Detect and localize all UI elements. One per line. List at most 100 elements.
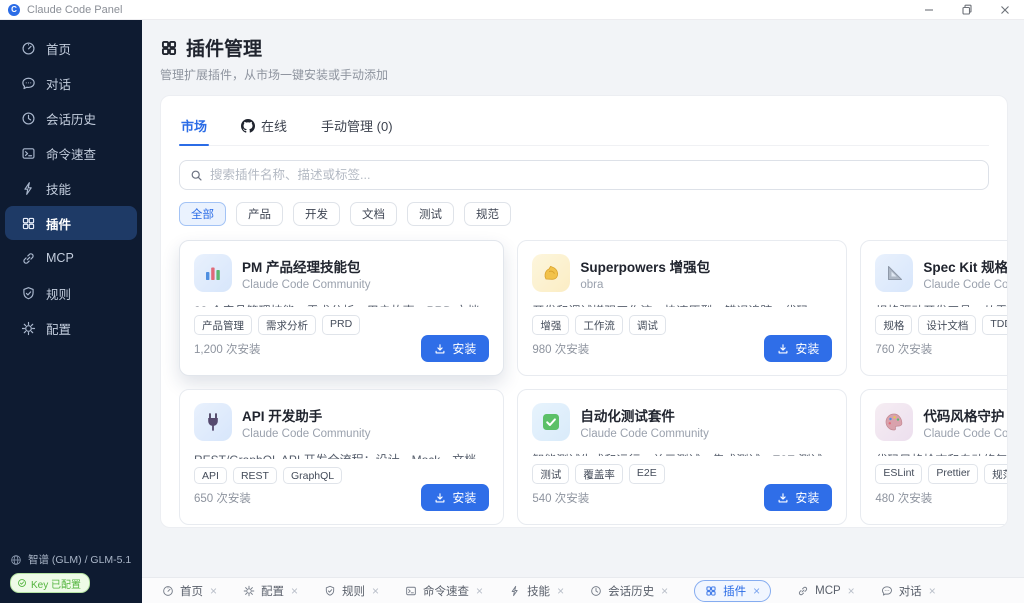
bottom-tab-label: 命令速查 <box>423 583 469 599</box>
plugin-tag: PRD <box>322 315 360 335</box>
clock-icon <box>590 585 602 597</box>
bottom-tab-chat[interactable]: 对话 × <box>881 583 936 599</box>
plugin-grid-icon <box>160 39 178 57</box>
plugin-author: Claude Code Community <box>242 428 370 440</box>
bottom-tab-commands[interactable]: 命令速查 × <box>405 583 483 599</box>
download-icon <box>777 343 789 355</box>
check-circle-icon <box>17 578 27 588</box>
plugin-tag: TDD <box>982 315 1008 335</box>
plugin-tag: E2E <box>629 464 665 484</box>
sidebar-item-label: 规则 <box>46 284 71 303</box>
bottom-tab-plugins[interactable]: 插件 × <box>694 580 771 602</box>
plugin-tag: API <box>194 467 227 484</box>
bottom-tab-history[interactable]: 会话历史 × <box>590 583 668 599</box>
search-box[interactable] <box>179 160 989 190</box>
close-tab-icon[interactable]: × <box>476 584 483 598</box>
bottom-tab-settings[interactable]: 配置 × <box>243 583 298 599</box>
sidebar-item-commands[interactable]: 命令速查 <box>5 136 137 170</box>
tab-market[interactable]: 市场 <box>179 108 209 145</box>
bottom-tab-label: 会话历史 <box>608 583 654 599</box>
plugin-name: Superpowers 增强包 <box>580 256 710 276</box>
sidebar-item-rules[interactable]: 规则 <box>5 276 137 310</box>
install-button-label: 安装 <box>795 340 819 357</box>
plugin-tag: 设计文档 <box>918 315 976 335</box>
install-count: 1,200 次安装 <box>194 341 260 357</box>
filter-chip-standard[interactable]: 规范 <box>464 202 511 226</box>
plugin-tag: REST <box>233 467 277 484</box>
close-tab-icon[interactable]: × <box>210 584 217 598</box>
install-button-label: 安装 <box>452 489 476 506</box>
sidebar-item-chat[interactable]: 对话 <box>5 66 137 100</box>
close-tab-icon[interactable]: × <box>661 584 668 598</box>
close-tab-icon[interactable]: × <box>372 584 379 598</box>
close-tab-icon[interactable]: × <box>929 584 936 598</box>
sidebar-item-settings[interactable]: 配置 <box>5 311 137 345</box>
plugin-card[interactable]: 代码风格守护 Claude Code Community 代码风格检查和自动修复… <box>860 389 1008 525</box>
install-button[interactable]: 安装 <box>764 335 832 362</box>
install-button[interactable]: 安装 <box>421 335 489 362</box>
maximize-icon[interactable] <box>960 3 974 17</box>
globe-icon <box>10 554 22 566</box>
model-indicator[interactable]: 智谱 (GLM) / GLM-5.1 (... <box>10 552 132 567</box>
sidebar-item-plugins[interactable]: 插件 <box>5 206 137 240</box>
filter-chip-test[interactable]: 测试 <box>407 202 454 226</box>
download-icon <box>777 492 789 504</box>
close-tab-icon[interactable]: × <box>753 584 760 598</box>
plugin-card[interactable]: 自动化测试套件 Claude Code Community 智能测试生成和运行：… <box>517 389 847 525</box>
sidebar-item-label: 对话 <box>46 74 71 93</box>
gear-icon <box>243 585 255 597</box>
clock-icon <box>21 111 36 126</box>
sidebar-footer: 智谱 (GLM) / GLM-5.1 (... Key 已配置 <box>0 544 142 603</box>
terminal-icon <box>21 146 36 161</box>
bottom-tab-rules[interactable]: 规则 × <box>324 583 379 599</box>
plugin-card[interactable]: Spec Kit 规格工具包 Claude Code Community 规格驱… <box>860 240 1008 376</box>
bottom-tab-bar: 首页 × 配置 × 规则 × 命令速查 × 技能 × <box>142 577 1024 603</box>
shield-icon <box>324 585 336 597</box>
grid-icon <box>705 585 717 597</box>
minimize-icon[interactable] <box>922 3 936 17</box>
download-icon <box>434 492 446 504</box>
install-button[interactable]: 安装 <box>421 484 489 511</box>
install-count: 480 次安装 <box>875 490 932 506</box>
plugin-card[interactable]: Superpowers 增强包 obra 开发和调试增强工作流：快速原型、错误追… <box>517 240 847 376</box>
tab-manual[interactable]: 手动管理 (0) <box>319 108 395 145</box>
plugin-card[interactable]: API 开发助手 Claude Code Community REST/Grap… <box>179 389 504 525</box>
sidebar-item-home[interactable]: 首页 <box>5 31 137 65</box>
search-input[interactable] <box>210 168 978 182</box>
tab-label: 在线 <box>261 116 287 135</box>
bottom-tab-skills[interactable]: 技能 × <box>509 583 564 599</box>
plugin-card[interactable]: PM 产品经理技能包 Claude Code Community 33 个产品管… <box>179 240 504 376</box>
close-icon[interactable] <box>998 3 1012 17</box>
key-badge-label: Key 已配置 <box>31 576 81 591</box>
close-tab-icon[interactable]: × <box>557 584 564 598</box>
bottom-tab-home[interactable]: 首页 × <box>162 583 217 599</box>
filter-chip-product[interactable]: 产品 <box>236 202 283 226</box>
tab-online[interactable]: 在线 <box>239 108 289 145</box>
gauge-icon <box>162 585 174 597</box>
bottom-tab-label: 技能 <box>527 583 550 599</box>
palette-icon <box>875 403 913 441</box>
plugin-tag: 覆盖率 <box>575 464 623 484</box>
filter-chip-all[interactable]: 全部 <box>179 202 226 226</box>
plugin-name: API 开发助手 <box>242 405 370 425</box>
sidebar: 首页 对话 会话历史 命令速查 技能 插件 <box>0 20 142 603</box>
bottom-tab-label: 配置 <box>261 583 284 599</box>
download-icon <box>434 343 446 355</box>
filter-chips: 全部 产品 开发 文档 测试 规范 <box>179 202 989 226</box>
bottom-tab-mcp[interactable]: MCP × <box>797 584 855 598</box>
sidebar-item-skills[interactable]: 技能 <box>5 171 137 205</box>
sidebar-item-label: 会话历史 <box>46 109 96 128</box>
sidebar-item-label: 插件 <box>46 214 71 233</box>
sidebar-item-label: 首页 <box>46 39 71 58</box>
install-button[interactable]: 安装 <box>764 484 832 511</box>
sidebar-item-history[interactable]: 会话历史 <box>5 101 137 135</box>
filter-chip-docs[interactable]: 文档 <box>350 202 397 226</box>
sidebar-item-mcp[interactable]: MCP <box>5 241 137 275</box>
plugin-tag: 规范 <box>984 464 1008 484</box>
plugin-tag: Prettier <box>928 464 978 484</box>
close-tab-icon[interactable]: × <box>848 584 855 598</box>
filter-chip-dev[interactable]: 开发 <box>293 202 340 226</box>
plugin-name: 代码风格守护 <box>923 405 1008 425</box>
bottom-tab-label: MCP <box>815 585 841 597</box>
close-tab-icon[interactable]: × <box>291 584 298 598</box>
